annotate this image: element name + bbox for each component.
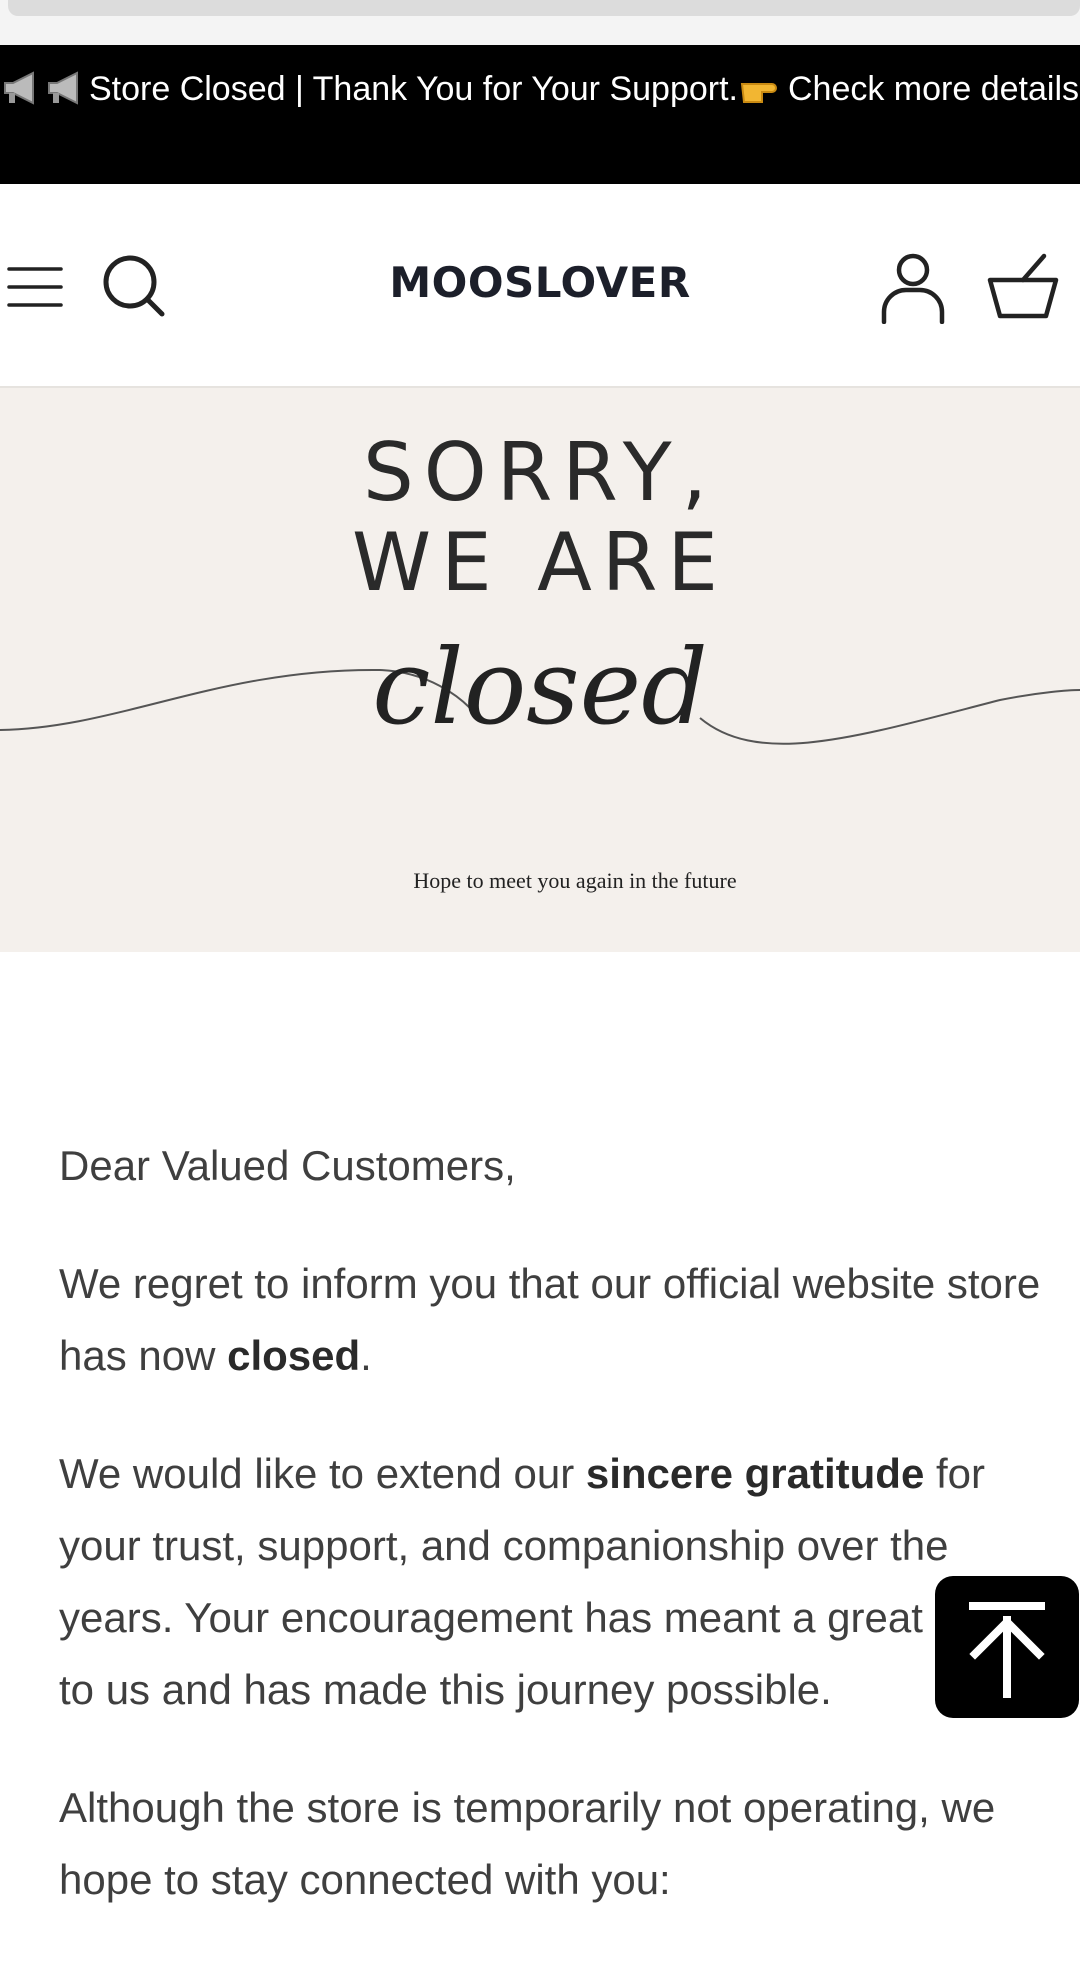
announcement-link[interactable]: Check more details bbox=[788, 70, 1079, 108]
closure-letter: Dear Valued Customers, We regret to info… bbox=[59, 1130, 1059, 1962]
site-logo[interactable]: MOOSLOVER bbox=[330, 258, 750, 307]
announcement-text: Store Closed | Thank You for Your Suppor… bbox=[88, 70, 738, 108]
browser-top-strip bbox=[0, 0, 1080, 45]
banner-tagline: Hope to meet you again in the future bbox=[413, 868, 737, 893]
letter-p2-bold: sincere gratitude bbox=[585, 1450, 925, 1497]
banner-script-word: closed bbox=[372, 626, 708, 748]
user-icon[interactable] bbox=[878, 252, 948, 325]
basket-icon[interactable] bbox=[986, 252, 1060, 320]
megaphone-icon bbox=[45, 69, 89, 105]
letter-p1-bold: closed bbox=[227, 1332, 361, 1379]
back-to-top-button[interactable] bbox=[935, 1576, 1079, 1718]
letter-greeting: Dear Valued Customers, bbox=[59, 1142, 516, 1189]
letter-paragraph-3: Although the store is temporarily not op… bbox=[59, 1784, 996, 1903]
hamburger-icon[interactable] bbox=[6, 264, 64, 310]
announcement-bar[interactable]: Store Closed | Thank You for Your Suppor… bbox=[0, 45, 1080, 184]
pointing-hand-icon bbox=[738, 69, 788, 105]
banner-heading-line2: WE ARE bbox=[352, 516, 728, 609]
site-header: MOOSLOVER bbox=[0, 184, 1080, 388]
arrow-up-icon bbox=[969, 1602, 1045, 1698]
letter-p1-text: We regret to inform you that our officia… bbox=[59, 1260, 1041, 1379]
closed-banner: SORRY, WE ARE closed Hope to meet you ag… bbox=[0, 388, 1080, 952]
letter-p1-end: . bbox=[360, 1332, 372, 1379]
letter-paragraph-2: We would like to extend our sincere grat… bbox=[59, 1438, 1059, 1726]
banner-heading-line1: SORRY, bbox=[362, 426, 718, 519]
megaphone-icon bbox=[1, 69, 45, 105]
search-icon[interactable] bbox=[100, 252, 168, 320]
letter-paragraph-1: We regret to inform you that our officia… bbox=[59, 1248, 1059, 1392]
address-bar-edge bbox=[8, 0, 1080, 16]
letter-p2-text: We would like to extend our bbox=[59, 1450, 586, 1497]
